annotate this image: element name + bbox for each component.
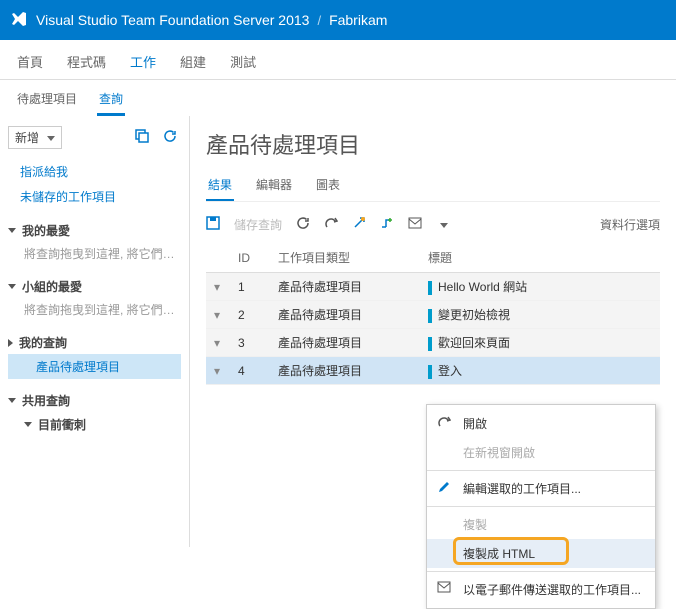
view-tabs: 結果 編輯器 圖表 <box>206 172 660 202</box>
refresh-query-icon[interactable] <box>296 216 310 233</box>
table-row[interactable]: ▾ 4 產品待處理項目 登入 <box>206 357 660 385</box>
save-all-icon[interactable] <box>131 127 153 148</box>
email-dropdown-icon[interactable] <box>436 218 448 232</box>
results-grid: ID 工作項目類型 標題 ▾ 1 產品待處理項目 Hello World 網站 … <box>206 243 660 385</box>
tab-home[interactable]: 首頁 <box>15 48 45 79</box>
column-options-link[interactable]: 資料行選項 <box>600 216 660 233</box>
favorites-hint: 將查詢拖曳到這裡, 將它們加入... <box>8 242 181 265</box>
menu-edit-selected[interactable]: 編輯選取的工作項目... <box>427 474 655 503</box>
context-menu: 開啟 在新視窗開啟 編輯選取的工作項目... 複製 複製成 HTML 以電子郵件… <box>426 404 656 609</box>
toolbar: 儲存查詢 資料行選項 <box>206 210 660 243</box>
team-fav-hint: 將查詢拖曳到這裡, 將它們加入... <box>8 298 181 321</box>
new-item-icon[interactable] <box>352 216 366 233</box>
menu-copy-html[interactable]: 複製成 HTML <box>427 539 655 568</box>
page-title: 產品待處理項目 <box>206 128 660 160</box>
table-row[interactable]: ▾ 2 產品待處理項目 變更初始檢視 <box>206 301 660 329</box>
type-bar-icon <box>428 365 432 379</box>
expand-icon[interactable]: ▾ <box>206 329 230 357</box>
link-item-icon[interactable] <box>380 216 394 233</box>
app-title: Visual Studio Team Foundation Server 201… <box>36 12 309 28</box>
section-my-favorites[interactable]: 我的最愛 <box>8 219 181 242</box>
menu-email-selected[interactable]: 以電子郵件傳送選取的工作項目... <box>427 575 655 604</box>
app-header: Visual Studio Team Foundation Server 201… <box>0 0 676 40</box>
menu-open-new-window: 在新視窗開啟 <box>427 438 655 467</box>
col-expand <box>206 243 230 273</box>
expand-icon[interactable]: ▾ <box>206 301 230 329</box>
type-bar-icon <box>428 281 432 295</box>
email-icon[interactable] <box>408 217 422 232</box>
sub-tabs: 待處理項目 查詢 <box>0 80 676 116</box>
add-button[interactable]: 新增 <box>8 126 62 149</box>
sidebar: 新增 指派給我 未儲存的工作項目 我的最愛 將查詢拖曳到這裡, 將它們加入...… <box>0 116 190 547</box>
save-query-label: 儲存查詢 <box>234 216 282 233</box>
tree-item-current-sprint[interactable]: 目前衝刺 <box>8 412 181 437</box>
tab-build[interactable]: 組建 <box>178 48 208 79</box>
tab-test[interactable]: 測試 <box>228 48 258 79</box>
vs-logo-icon <box>10 10 28 31</box>
chevron-down-icon <box>43 131 55 145</box>
table-row[interactable]: ▾ 1 產品待處理項目 Hello World 網站 <box>206 273 660 301</box>
main-tabs: 首頁 程式碼 工作 組建 測試 <box>0 40 676 80</box>
col-title[interactable]: 標題 <box>420 243 660 273</box>
view-tab-editor[interactable]: 編輯器 <box>254 172 294 201</box>
menu-open[interactable]: 開啟 <box>427 409 655 438</box>
col-type[interactable]: 工作項目類型 <box>270 243 420 273</box>
expand-icon[interactable]: ▾ <box>206 357 230 385</box>
section-my-queries[interactable]: 我的查詢 <box>8 331 181 354</box>
view-tab-charts[interactable]: 圖表 <box>314 172 342 201</box>
email-icon <box>437 581 451 596</box>
edit-icon <box>437 480 451 497</box>
subtab-queries[interactable]: 查詢 <box>97 86 125 116</box>
run-query-icon[interactable] <box>324 216 338 233</box>
link-unsaved-items[interactable]: 未儲存的工作項目 <box>8 184 181 209</box>
tree-item-product-backlog[interactable]: 產品待處理項目 <box>8 354 181 379</box>
section-team-favorites[interactable]: 小組的最愛 <box>8 275 181 298</box>
main-content: 產品待處理項目 結果 編輯器 圖表 儲存查詢 <box>190 116 676 547</box>
tab-work[interactable]: 工作 <box>128 48 158 79</box>
save-query-icon[interactable] <box>206 216 220 233</box>
menu-divider <box>427 571 655 572</box>
menu-divider <box>427 470 655 471</box>
open-icon <box>437 415 451 432</box>
expand-icon[interactable]: ▾ <box>206 273 230 301</box>
type-bar-icon <box>428 337 432 351</box>
type-bar-icon <box>428 309 432 323</box>
section-shared-queries[interactable]: 共用查詢 <box>8 389 181 412</box>
link-assigned-to-me[interactable]: 指派給我 <box>8 159 181 184</box>
view-tab-results[interactable]: 結果 <box>206 172 234 201</box>
table-row[interactable]: ▾ 3 產品待處理項目 歡迎回來頁面 <box>206 329 660 357</box>
project-name[interactable]: Fabrikam <box>329 12 387 28</box>
subtab-backlog[interactable]: 待處理項目 <box>15 86 79 116</box>
tab-code[interactable]: 程式碼 <box>65 48 108 79</box>
col-id[interactable]: ID <box>230 243 270 273</box>
menu-divider <box>427 506 655 507</box>
refresh-icon[interactable] <box>159 127 181 148</box>
breadcrumb-separator: / <box>317 13 321 28</box>
